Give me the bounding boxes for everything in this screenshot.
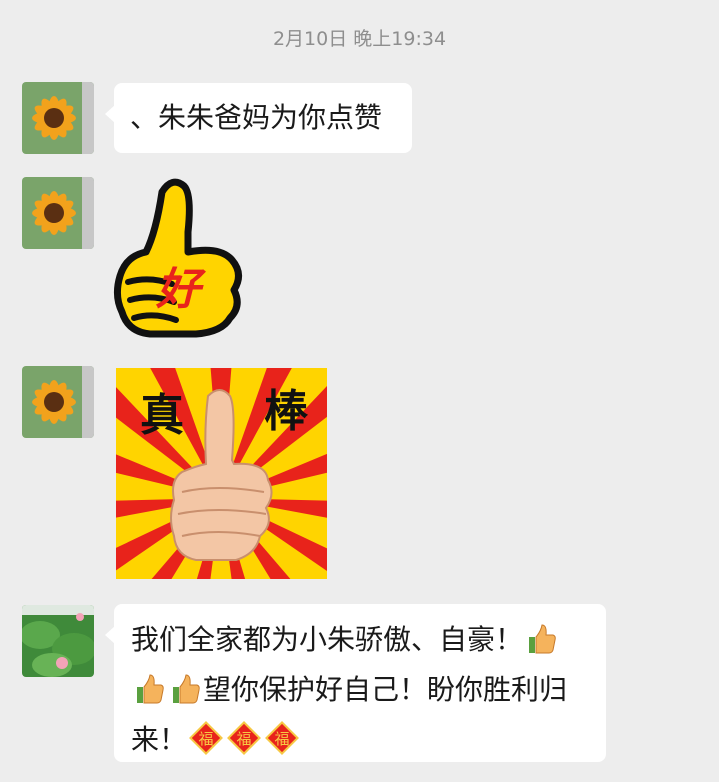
svg-text:福: 福 — [199, 730, 214, 748]
fu-diamond-icon: 福 — [265, 721, 299, 768]
message-line-1: 我们全家都为小朱骄傲、自豪！ — [131, 618, 567, 668]
message-bubble-1[interactable]: 、朱朱爸妈为你点赞 — [105, 83, 412, 153]
zhen-bang-thumbs-up-sticker[interactable]: 真 棒 — [116, 368, 327, 579]
sticker-text-zhen: 真 — [140, 390, 184, 441]
fu-diamond-icon: 福 — [227, 721, 261, 768]
svg-text:福: 福 — [237, 730, 252, 748]
thumbs-up-icon — [133, 673, 165, 718]
message-line-3: 来！ 福 福 福 — [131, 718, 567, 768]
avatar-sunflower[interactable] — [22, 366, 94, 438]
avatar-sunflower[interactable] — [22, 177, 94, 249]
avatar-lotus[interactable] — [22, 605, 94, 677]
fu-diamond-icon: 福 — [189, 721, 223, 768]
message-text-line-2: 望你保护好自己！盼你胜利归 — [203, 673, 568, 706]
message-text-line-3: 来！ — [131, 723, 188, 756]
message-text-1: 、朱朱爸妈为你点赞 — [130, 101, 383, 134]
message-line-2: 望你保护好自己！盼你胜利归 — [131, 668, 567, 718]
avatar-sunflower[interactable] — [22, 82, 94, 154]
message-text-line-1: 我们全家都为小朱骄傲、自豪！ — [131, 623, 524, 656]
thumbs-up-icon — [169, 673, 201, 718]
message-bubble-4[interactable]: 我们全家都为小朱骄傲、自豪！ 望你保护好自己！盼你胜利归 来！ 福 福 福 — [105, 604, 606, 762]
sticker-text-hao: 好 — [155, 264, 206, 315]
thumbs-up-icon — [525, 623, 557, 668]
thumbs-up-hao-sticker[interactable]: 好 — [110, 172, 246, 344]
sticker-text-bang: 棒 — [264, 386, 309, 437]
chat-timestamp: 2月10日 晚上19:34 — [272, 28, 447, 50]
svg-text:福: 福 — [275, 730, 290, 748]
